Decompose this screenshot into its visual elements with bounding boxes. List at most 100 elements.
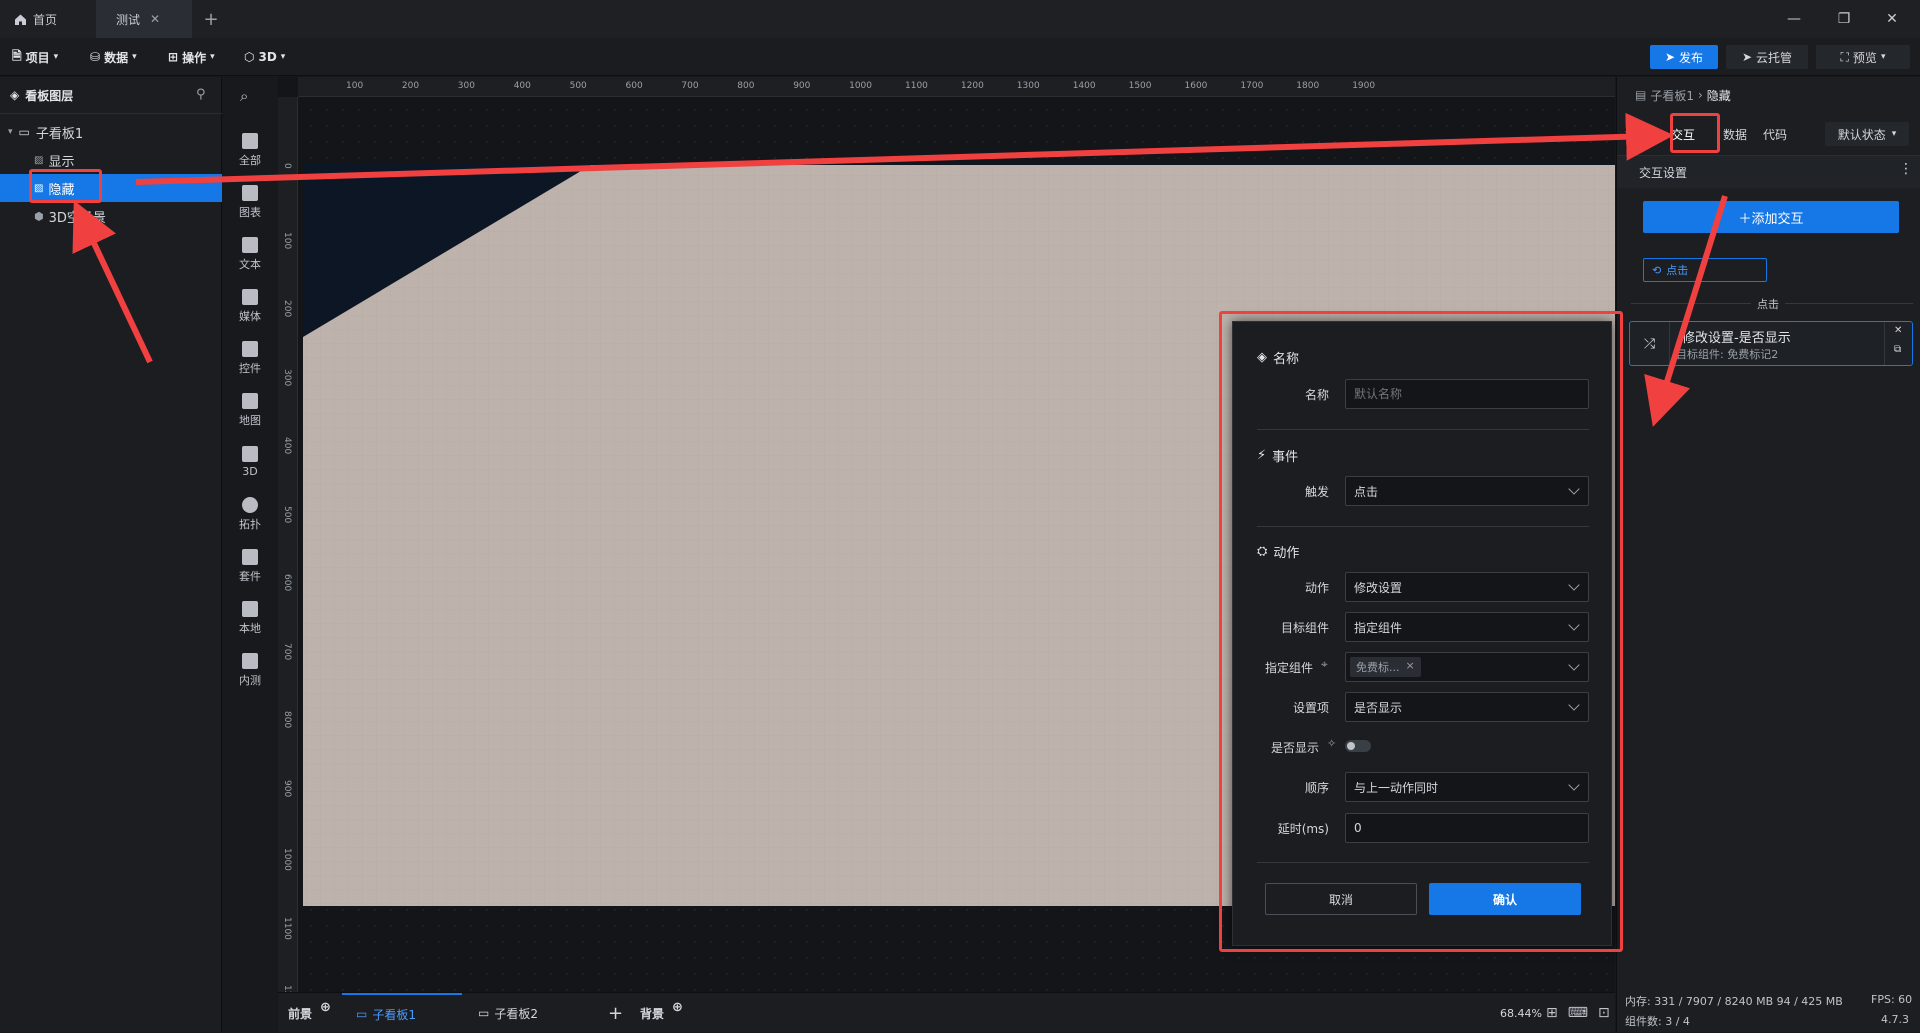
add-circle-icon[interactable]: ⊕: [672, 1000, 683, 1015]
tool-media-label: 媒体: [239, 309, 261, 323]
menu-bar: 🗎 项目 ▾ ⛁ 数据 ▾ ⊞ 操作 ▾ ⬡ 3D ▾ ➤ 发布 ➤ 云托管 ⛶…: [0, 38, 1920, 76]
order-value: 与上一动作同时: [1354, 780, 1439, 795]
menu-data[interactable]: ⛁ 数据 ▾: [90, 38, 137, 76]
breadcrumb: ▤ 子看板1 › 隐藏: [1635, 77, 1731, 113]
fullscreen-icon: ⛶: [1840, 49, 1849, 64]
tool-suite[interactable]: 套件: [223, 542, 277, 590]
search-icon[interactable]: ⌕: [240, 87, 248, 105]
divider: [1257, 862, 1589, 863]
keyboard-icon[interactable]: ⌨: [1568, 1005, 1588, 1021]
tab-style[interactable]: 样式: [1625, 119, 1649, 149]
chevron-down-icon: ▾: [280, 52, 286, 62]
add-circle-icon[interactable]: ⊕: [320, 1000, 331, 1015]
action-select[interactable]: 修改设置: [1345, 572, 1589, 602]
restore-button[interactable]: ❐: [1822, 0, 1866, 38]
action-value: 修改设置: [1354, 580, 1403, 595]
order-select[interactable]: 与上一动作同时: [1345, 772, 1589, 802]
send-icon: ➤: [1741, 50, 1753, 64]
publish-button[interactable]: ➤ 发布: [1650, 45, 1718, 69]
new-tab-button[interactable]: +: [196, 0, 226, 38]
chevron-down-icon: ▾: [1880, 52, 1886, 62]
specify-select[interactable]: 免费标... ×: [1345, 652, 1589, 682]
tab-board-2[interactable]: ▭ 子看板2: [478, 993, 538, 1033]
tool-map[interactable]: 地图: [223, 386, 277, 434]
setting-select[interactable]: 是否显示: [1345, 692, 1589, 722]
tab-interaction[interactable]: 交互: [1671, 119, 1695, 149]
menu-project[interactable]: 🗎 项目 ▾: [12, 38, 58, 76]
zoom-level[interactable]: 68.44%: [1500, 993, 1542, 1033]
tool-control[interactable]: 控件: [223, 334, 277, 382]
trigger-value: 点击: [1354, 484, 1379, 499]
show-toggle[interactable]: [1345, 740, 1371, 752]
layer-board-1[interactable]: ▾ ▭ 子看板1: [0, 118, 222, 146]
menu-3d-label: 3D: [258, 50, 277, 64]
cube-icon: [242, 446, 258, 462]
background-tab[interactable]: 背景 ⊕: [640, 993, 683, 1033]
tab-test[interactable]: 测试 ✕: [96, 0, 192, 38]
lightning-icon: ⚡: [1257, 448, 1267, 463]
tool-topology[interactable]: 拓扑: [223, 490, 277, 538]
preview-button[interactable]: ⛶ 预览 ▾: [1816, 45, 1910, 69]
more-vertical-icon[interactable]: ⋮: [1899, 161, 1913, 177]
delay-input[interactable]: 0: [1345, 813, 1589, 843]
tab-code[interactable]: 代码: [1763, 119, 1787, 149]
menu-operation[interactable]: ⊞ 操作 ▾: [168, 38, 215, 76]
tool-local[interactable]: 本地: [223, 594, 277, 642]
state-select[interactable]: 默认状态 ▾: [1825, 122, 1909, 146]
tool-chart[interactable]: 图表: [223, 178, 277, 226]
order-label: 顺序: [1304, 781, 1329, 795]
tab-home[interactable]: 首页: [14, 0, 84, 38]
name-section-title: 名称: [1273, 352, 1300, 367]
preview-label: 预览: [1852, 50, 1877, 65]
target-pick-icon[interactable]: ⌖: [1321, 657, 1328, 672]
database-icon: ⛁: [90, 50, 101, 64]
layer-hide[interactable]: ▨ 隐藏: [0, 174, 222, 202]
pointer-icon: ⟲: [1652, 263, 1662, 277]
group-label: 点击: [1751, 296, 1785, 312]
close-window-button[interactable]: ✕: [1870, 0, 1914, 38]
copy-icon[interactable]: ⧉: [1894, 344, 1901, 355]
breadcrumb-root[interactable]: 子看板1: [1650, 87, 1694, 104]
add-interaction-button[interactable]: ＋添加交互: [1643, 201, 1899, 233]
chevron-down-icon: ▾: [1891, 129, 1897, 139]
event-section: ⚡ 事件: [1257, 446, 1298, 465]
terminal-icon[interactable]: ⊡: [1598, 1005, 1610, 1021]
delay-label: 延时(ms): [1277, 822, 1329, 836]
layer-3d-scene[interactable]: ⬢ 3D空场景: [0, 202, 222, 230]
trigger-chip-click[interactable]: ⟲ 点击: [1643, 258, 1767, 282]
close-icon[interactable]: ✕: [1894, 325, 1902, 336]
trigger-label: 触发: [1304, 485, 1329, 499]
chevron-down-icon: ▾: [210, 52, 215, 62]
target-value: 指定组件: [1354, 620, 1403, 635]
memory-status: 内存: 331 / 7907 / 8240 MB 94 / 425 MB: [1625, 995, 1843, 1008]
tool-text[interactable]: 文本: [223, 230, 277, 278]
tool-all[interactable]: 全部: [223, 126, 277, 174]
menu-3d[interactable]: ⬡ 3D ▾: [244, 38, 285, 76]
tab-data[interactable]: 数据: [1723, 119, 1747, 149]
tool-beta[interactable]: 内测: [223, 646, 277, 694]
layer-show[interactable]: ▨ 显示: [0, 146, 222, 174]
name-input[interactable]: [1345, 379, 1589, 409]
fit-screen-icon[interactable]: ⊞: [1546, 1005, 1558, 1021]
close-icon[interactable]: ×: [1406, 659, 1415, 675]
cancel-button[interactable]: 取消: [1265, 883, 1417, 915]
add-board-button[interactable]: +: [608, 993, 623, 1033]
layers-icon: ◈: [10, 88, 20, 102]
publish-label: 发布: [1679, 50, 1704, 65]
interaction-card[interactable]: ⤮ 修改设置-是否显示 目标组件: 免费标记2 ✕ ⧉: [1629, 321, 1913, 366]
toggle-knob: [1347, 742, 1355, 750]
cloud-button[interactable]: ➤ 云托管: [1726, 45, 1808, 69]
target-select[interactable]: 指定组件: [1345, 612, 1589, 642]
tool-3d[interactable]: 3D: [223, 438, 277, 486]
tool-media[interactable]: 媒体: [223, 282, 277, 330]
tab-board-1[interactable]: ▭ 子看板1: [342, 993, 462, 1033]
property-panel: ▤ 子看板1 › 隐藏 样式 交互 数据 代码 默认状态 ▾ 交互设置 ⋮ ＋添…: [1616, 77, 1920, 1032]
minimize-button[interactable]: —: [1772, 0, 1816, 38]
close-tab-icon[interactable]: ✕: [150, 12, 160, 26]
magic-icon[interactable]: ✧: [1327, 737, 1336, 750]
confirm-button[interactable]: 确认: [1429, 883, 1581, 915]
chevron-down-icon: [1568, 659, 1580, 671]
foreground-tab[interactable]: 前景 ⊕: [288, 993, 331, 1033]
filter-icon[interactable]: ⚲: [196, 87, 206, 102]
trigger-select[interactable]: 点击: [1345, 476, 1589, 506]
